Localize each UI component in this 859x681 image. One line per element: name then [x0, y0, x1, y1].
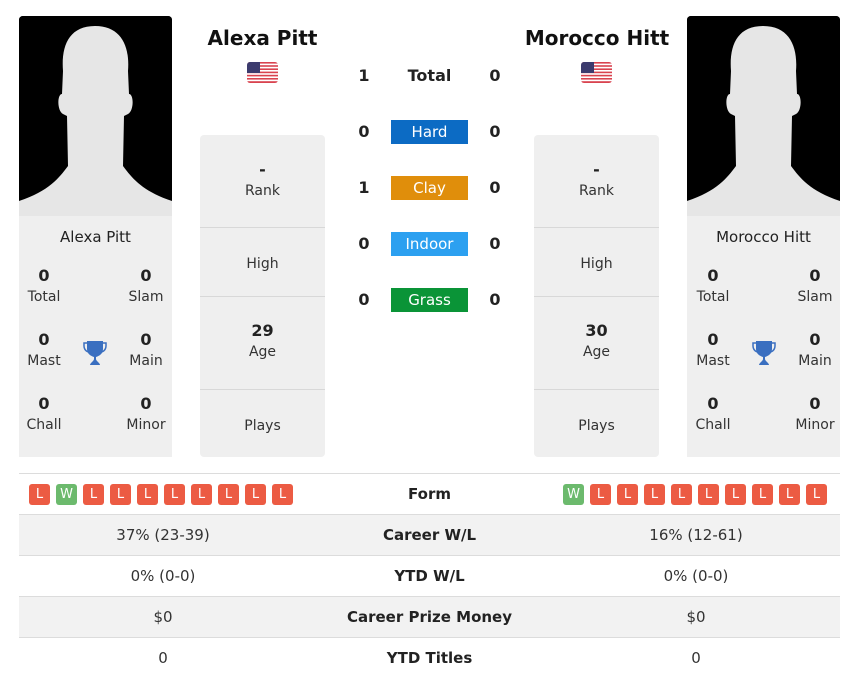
player1-card-name: Alexa Pitt — [60, 228, 131, 246]
player2-high: High — [534, 228, 659, 297]
player1-age: 29 Age — [200, 297, 325, 390]
player2-chall-titles: 0 Chall — [695, 394, 731, 433]
player2-card-name: Morocco Hitt — [716, 228, 811, 246]
form-badge-loss[interactable]: L — [752, 484, 773, 505]
player1-chall-titles: 0 Chall — [26, 394, 62, 433]
silhouette-icon — [687, 16, 840, 216]
player2-ytd-wl: 0% (0-0) — [663, 567, 729, 585]
player1-name[interactable]: Alexa Pitt — [192, 26, 333, 50]
prize-money-label: Career Prize Money — [346, 608, 512, 626]
form-badge-loss[interactable]: L — [590, 484, 611, 505]
player1-mast-titles: 0 Mast — [27, 330, 61, 369]
ytd-wl-label: YTD W/L — [394, 567, 465, 585]
player2-mast-titles: 0 Mast — [696, 330, 730, 369]
form-badge-loss[interactable]: L — [245, 484, 266, 505]
player1-card: Alexa Pitt 0 Total 0 Slam 0 Mast 0 Main … — [19, 216, 172, 457]
player2-form: WLLLLLLLLL — [563, 484, 827, 505]
h2h-grass-p1: 0 — [358, 290, 370, 309]
player2-name[interactable]: Morocco Hitt — [516, 26, 678, 50]
player2-main-titles: 0 Main — [798, 330, 832, 369]
h2h-total-p1: 1 — [358, 66, 370, 85]
ytd-titles-label: YTD Titles — [386, 649, 473, 667]
player2-total-titles: 0 Total — [696, 266, 730, 305]
ytd-titles-row: 0 YTD Titles 0 — [19, 637, 840, 678]
player2-career-wl: 16% (12-61) — [649, 526, 743, 544]
player2-rank-box: - Rank High 30 Age Plays — [534, 135, 659, 457]
player1-form: LWLLLLLLLL — [29, 484, 293, 505]
form-badge-loss[interactable]: L — [272, 484, 293, 505]
form-badge-win[interactable]: W — [563, 484, 584, 505]
form-badge-win[interactable]: W — [56, 484, 77, 505]
h2h-total-label: Total — [407, 66, 452, 85]
form-badge-loss[interactable]: L — [779, 484, 800, 505]
form-badge-loss[interactable]: L — [110, 484, 131, 505]
player2-ytd-titles: 0 — [691, 649, 701, 667]
h2h-indoor-p1: 0 — [358, 234, 370, 253]
player1-rank-box: - Rank High 29 Age Plays — [200, 135, 325, 457]
player1-photo — [19, 16, 172, 216]
player2-slam-titles: 0 Slam — [797, 266, 833, 305]
career-wl-label: Career W/L — [382, 526, 477, 544]
surface-grass[interactable]: Grass — [391, 288, 468, 312]
player2-age: 30 Age — [534, 297, 659, 390]
ytd-wl-row: 0% (0-0) YTD W/L 0% (0-0) — [19, 555, 840, 596]
h2h-clay-p1: 1 — [358, 178, 370, 197]
player1-ytd-wl: 0% (0-0) — [130, 567, 196, 585]
silhouette-icon — [19, 16, 172, 216]
player2-rank: - Rank — [534, 135, 659, 228]
h2h-hard-p1: 0 — [358, 122, 370, 141]
us-flag-icon — [581, 62, 612, 83]
form-badge-loss[interactable]: L — [83, 484, 104, 505]
player1-career-wl: 37% (23-39) — [116, 526, 210, 544]
player1-high: High — [200, 228, 325, 297]
player1-slam-titles: 0 Slam — [128, 266, 164, 305]
trophy-icon — [752, 340, 776, 366]
form-badge-loss[interactable]: L — [191, 484, 212, 505]
us-flag-icon — [247, 62, 278, 83]
h2h-hard-p2: 0 — [489, 122, 501, 141]
player1-plays: Plays — [244, 418, 281, 434]
player2-plays: Plays — [578, 418, 615, 434]
player1-minor-titles: 0 Minor — [126, 394, 166, 433]
form-badge-loss[interactable]: L — [725, 484, 746, 505]
form-badge-loss[interactable]: L — [29, 484, 50, 505]
h2h-total-p2: 0 — [489, 66, 501, 85]
player2-minor-titles: 0 Minor — [795, 394, 835, 433]
surface-hard[interactable]: Hard — [391, 120, 468, 144]
player1-ytd-titles: 0 — [158, 649, 168, 667]
form-badge-loss[interactable]: L — [218, 484, 239, 505]
h2h-clay-p2: 0 — [489, 178, 501, 197]
player1-main-titles: 0 Main — [129, 330, 163, 369]
form-row: LWLLLLLLLL Form WLLLLLLLLL — [19, 473, 840, 514]
form-badge-loss[interactable]: L — [137, 484, 158, 505]
player2-photo — [687, 16, 840, 216]
form-label: Form — [408, 485, 451, 503]
form-badge-loss[interactable]: L — [806, 484, 827, 505]
surface-clay[interactable]: Clay — [391, 176, 468, 200]
form-badge-loss[interactable]: L — [644, 484, 665, 505]
player1-prize-money: $0 — [153, 608, 173, 626]
player2-prize-money: $0 — [686, 608, 706, 626]
form-badge-loss[interactable]: L — [164, 484, 185, 505]
trophy-icon — [83, 340, 107, 366]
player2-card: Morocco Hitt 0 Total 0 Slam 0 Mast 0 Mai… — [687, 216, 840, 457]
form-badge-loss[interactable]: L — [698, 484, 719, 505]
player1-total-titles: 0 Total — [27, 266, 61, 305]
h2h-grass-p2: 0 — [489, 290, 501, 309]
form-badge-loss[interactable]: L — [671, 484, 692, 505]
prize-money-row: $0 Career Prize Money $0 — [19, 596, 840, 637]
player1-rank: - Rank — [200, 135, 325, 228]
career-wl-row: 37% (23-39) Career W/L 16% (12-61) — [19, 514, 840, 555]
surface-indoor[interactable]: Indoor — [391, 232, 468, 256]
form-badge-loss[interactable]: L — [617, 484, 638, 505]
h2h-indoor-p2: 0 — [489, 234, 501, 253]
